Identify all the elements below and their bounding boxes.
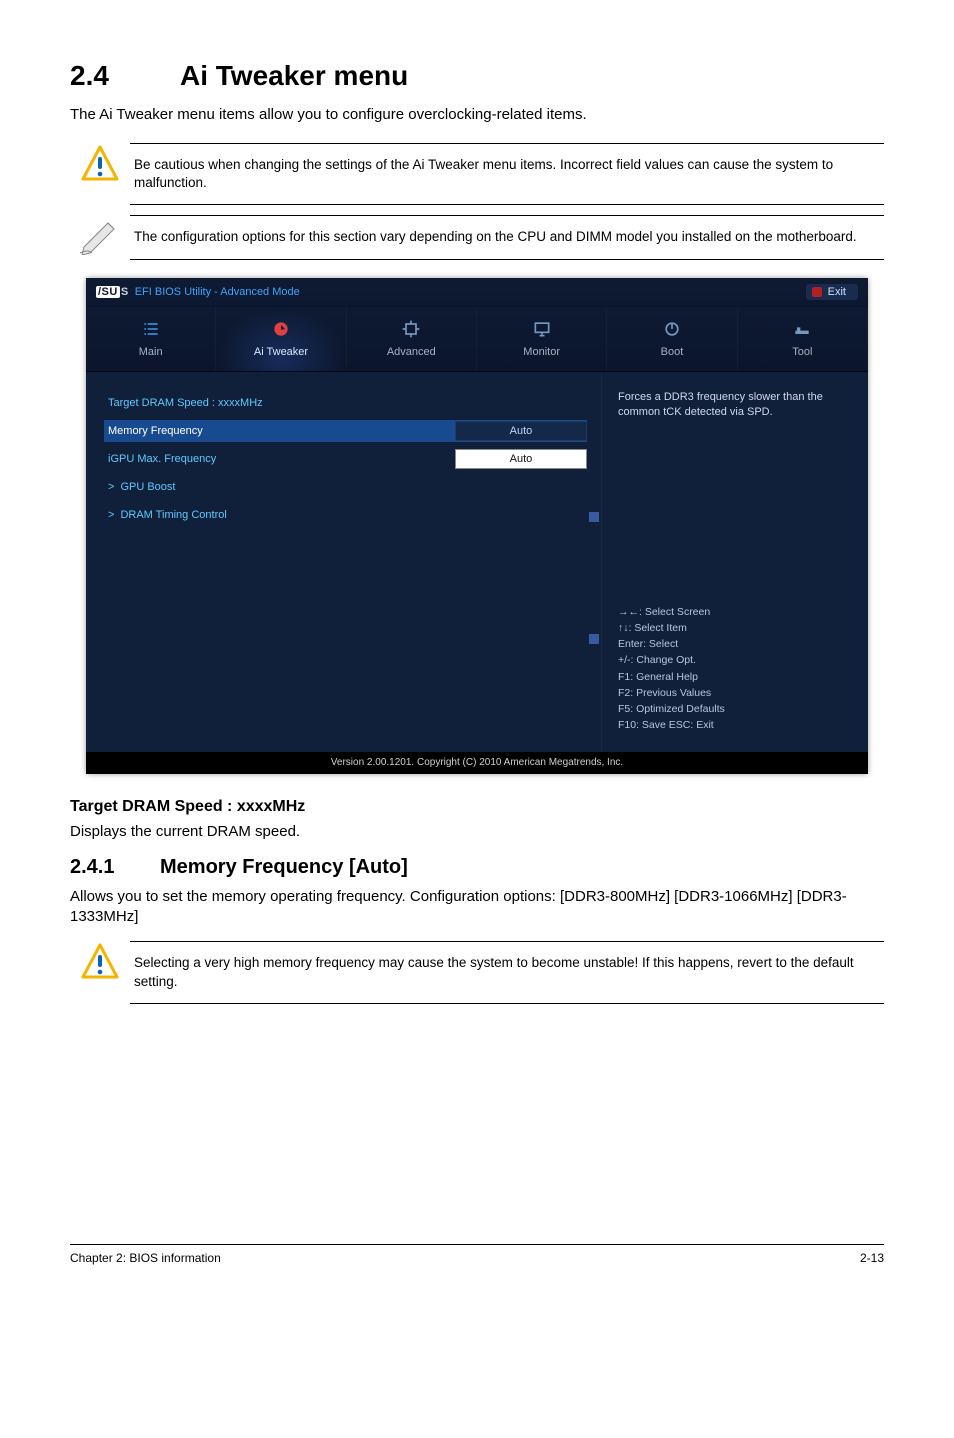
bios-fields-panel: Target DRAM Speed : xxxxMHz Memory Frequ… (86, 372, 601, 752)
monitor-icon (532, 319, 552, 339)
tab-tool[interactable]: Tool (738, 307, 868, 371)
tab-tool-label: Tool (792, 346, 812, 358)
tab-main[interactable]: Main (86, 307, 216, 371)
chip-icon (401, 319, 421, 339)
sub-heading-target-dram: Target DRAM Speed : xxxxMHz (70, 798, 884, 816)
tab-ai-tweaker-label: Ai Tweaker (254, 346, 308, 358)
field-target-dram-label: Target DRAM Speed : xxxxMHz (108, 397, 587, 409)
sub-text-target-dram: Displays the current DRAM speed. (70, 822, 884, 842)
section-heading: 2.4Ai Tweaker menu (70, 60, 884, 92)
tab-main-label: Main (139, 346, 163, 358)
bios-tab-bar: Main Ai Tweaker Advanced Monitor Boot To… (86, 307, 868, 372)
field-memory-frequency-label: Memory Frequency (108, 425, 455, 437)
tab-ai-tweaker[interactable]: Ai Tweaker (216, 307, 346, 371)
bios-screenshot: /SUS EFI BIOS Utility - Advanced Mode Ex… (86, 278, 868, 774)
tab-boot-label: Boot (661, 346, 684, 358)
field-gpu-boost-label: GPU Boost (120, 481, 587, 493)
scroll-marker-bottom (589, 634, 599, 644)
footer-right: 2-13 (860, 1251, 884, 1265)
help-key-line: →←: Select Screen (618, 604, 852, 620)
exit-button[interactable]: Exit (806, 284, 858, 300)
power-icon (662, 319, 682, 339)
help-keys: →←: Select Screen ↑↓: Select Item Enter:… (618, 604, 852, 734)
field-dram-timing-label: DRAM Timing Control (120, 509, 587, 521)
bios-titlebar: /SUS EFI BIOS Utility - Advanced Mode Ex… (86, 278, 868, 307)
tab-boot[interactable]: Boot (607, 307, 737, 371)
chevron-right-icon: > (108, 481, 114, 493)
subsection-number: 2.4.1 (70, 856, 160, 879)
tab-advanced[interactable]: Advanced (347, 307, 477, 371)
field-target-dram: Target DRAM Speed : xxxxMHz (108, 392, 587, 414)
tab-monitor[interactable]: Monitor (477, 307, 607, 371)
field-dram-timing-control[interactable]: > DRAM Timing Control (108, 504, 587, 526)
note-icon (70, 215, 130, 255)
field-memory-frequency-value[interactable]: Auto (455, 421, 587, 441)
field-memory-frequency[interactable]: Memory Frequency Auto (104, 420, 587, 442)
subsection-heading: 2.4.1Memory Frequency [Auto] (70, 856, 884, 879)
bios-title: EFI BIOS Utility - Advanced Mode (135, 286, 300, 298)
list-icon (141, 319, 161, 339)
caution-block-2: Selecting a very high memory frequency m… (70, 941, 884, 1003)
bios-version-footer: Version 2.00.1201. Copyright (C) 2010 Am… (86, 752, 868, 774)
gauge-icon (271, 319, 291, 339)
help-key-line: F1: General Help (618, 669, 852, 685)
field-gpu-boost[interactable]: > GPU Boost (108, 476, 587, 498)
scroll-marker-top (589, 512, 599, 522)
field-igpu-value[interactable]: Auto (455, 449, 587, 469)
help-key-line: F10: Save ESC: Exit (618, 717, 852, 733)
page-footer: Chapter 2: BIOS information 2-13 (70, 1244, 884, 1265)
caution-text-2: Selecting a very high memory frequency m… (130, 941, 884, 1003)
tool-icon (792, 319, 812, 339)
subsection-title: Memory Frequency [Auto] (160, 856, 408, 878)
help-key-line: F5: Optimized Defaults (618, 701, 852, 717)
tab-monitor-label: Monitor (523, 346, 560, 358)
help-description: Forces a DDR3 frequency slower than the … (618, 390, 852, 540)
bios-logo: /SUS (96, 286, 129, 298)
bios-help-panel: Forces a DDR3 frequency slower than the … (601, 372, 868, 752)
help-key-line: F2: Previous Values (618, 685, 852, 701)
caution-text-1: Be cautious when changing the settings o… (130, 143, 884, 205)
caution-block-1: Be cautious when changing the settings o… (70, 143, 884, 205)
caution-icon (70, 143, 130, 185)
caution-icon (70, 941, 130, 983)
field-igpu-max-frequency[interactable]: iGPU Max. Frequency Auto (108, 448, 587, 470)
help-key-line: ↑↓: Select Item (618, 620, 852, 636)
chevron-right-icon: > (108, 509, 114, 521)
note-text-1: The configuration options for this secti… (130, 215, 884, 259)
section-number: 2.4 (70, 60, 180, 92)
note-block-1: The configuration options for this secti… (70, 215, 884, 259)
tab-advanced-label: Advanced (387, 346, 436, 358)
section-title-text: Ai Tweaker menu (180, 60, 408, 91)
footer-left: Chapter 2: BIOS information (70, 1251, 221, 1265)
subsection-text: Allows you to set the memory operating f… (70, 887, 884, 928)
help-key-line: Enter: Select (618, 636, 852, 652)
help-key-line: +/-: Change Opt. (618, 652, 852, 668)
exit-button-label: Exit (828, 286, 846, 298)
intro-paragraph: The Ai Tweaker menu items allow you to c… (70, 106, 884, 123)
field-igpu-label: iGPU Max. Frequency (108, 453, 455, 465)
